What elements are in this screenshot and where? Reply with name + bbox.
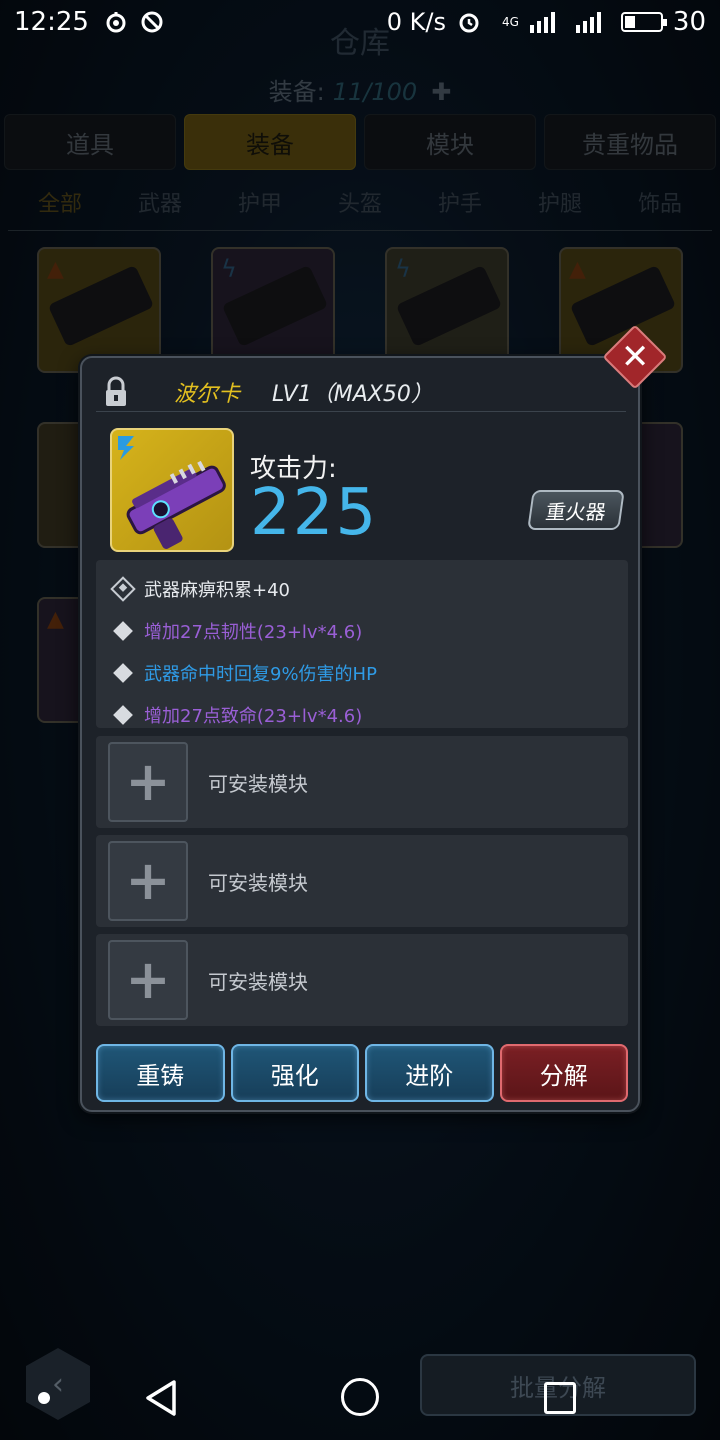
diamond-icon (113, 663, 133, 683)
recast-button[interactable]: 重铸 (96, 1044, 225, 1102)
android-nav-bar (0, 1356, 720, 1440)
lock-icon[interactable] (104, 376, 128, 408)
net-speed: 0 K/s (386, 8, 446, 36)
module-slot[interactable]: + 可安装模块 (96, 835, 628, 927)
module-slot-label: 可安装模块 (208, 871, 308, 895)
attribute-row: 武器麻痹积累+40 (110, 568, 628, 610)
attribute-row: 武器命中时回复9%伤害的HP (110, 652, 628, 694)
status-time: 12:25 (14, 7, 89, 37)
action-buttons: 重铸 强化 进阶 分解 (96, 1044, 628, 1102)
weapon-image (118, 436, 226, 549)
attribute-text: 武器命中时回复9%伤害的HP (144, 664, 377, 685)
module-slot[interactable]: + 可安装模块 (96, 934, 628, 1026)
plus-icon: + (125, 849, 171, 912)
blocked-icon (139, 9, 165, 35)
nav-dot-icon[interactable] (38, 1392, 50, 1404)
enhance-button[interactable]: 强化 (230, 1044, 359, 1102)
signal-icon-2 (575, 9, 601, 35)
attribute-text: 武器麻痹积累+40 (144, 580, 290, 601)
module-slot-label: 可安装模块 (208, 970, 308, 994)
item-level: LV1（MAX50） (272, 381, 433, 407)
attribute-list: 武器麻痹积累+40 增加27点韧性(23+lv*4.6) 武器命中时回复9%伤害… (96, 560, 628, 728)
module-icon (110, 576, 136, 602)
advance-button[interactable]: 进阶 (365, 1044, 494, 1102)
attribute-text: 增加27点致命(23+lv*4.6) (144, 706, 363, 727)
attribute-text: 增加27点韧性(23+lv*4.6) (144, 622, 363, 643)
attack-value: 225 (250, 476, 379, 550)
plus-icon: + (125, 948, 171, 1011)
add-module-button[interactable]: + (108, 940, 188, 1020)
close-icon: ✕ (620, 337, 650, 377)
plus-icon: + (125, 750, 171, 813)
item-thumbnail (110, 428, 234, 552)
sync-icon (103, 9, 129, 35)
item-name: 波尔卡 (174, 381, 241, 407)
modal-header: 波尔卡 LV1（MAX50） (96, 372, 626, 412)
attribute-row: 增加27点韧性(23+lv*4.6) (110, 610, 628, 652)
decompose-button[interactable]: 分解 (499, 1044, 628, 1102)
diamond-icon (113, 621, 133, 641)
attribute-row: 增加27点致命(23+lv*4.6) (110, 694, 628, 736)
add-module-button[interactable]: + (108, 742, 188, 822)
signal-icon (529, 9, 555, 35)
battery-level: 30 (672, 7, 706, 37)
diamond-icon (113, 705, 133, 725)
module-slot-label: 可安装模块 (208, 772, 308, 796)
add-module-button[interactable]: + (108, 841, 188, 921)
alarm-icon (456, 9, 482, 35)
status-bar: 12:25 0 K/s 4G 30 (0, 0, 720, 44)
module-slot[interactable]: + 可安装模块 (96, 736, 628, 828)
item-detail-modal: 波尔卡 LV1（MAX50） 攻击力: 225 重火器 武器麻痹积累+40 增加… (80, 356, 640, 1112)
weapon-type-badge: 重火器 (527, 490, 625, 530)
nav-home-icon[interactable] (341, 1378, 379, 1416)
nav-back-icon[interactable] (142, 1378, 178, 1418)
battery-icon (620, 12, 667, 32)
network-type: 4G (501, 15, 519, 29)
nav-recent-icon[interactable] (544, 1382, 576, 1414)
